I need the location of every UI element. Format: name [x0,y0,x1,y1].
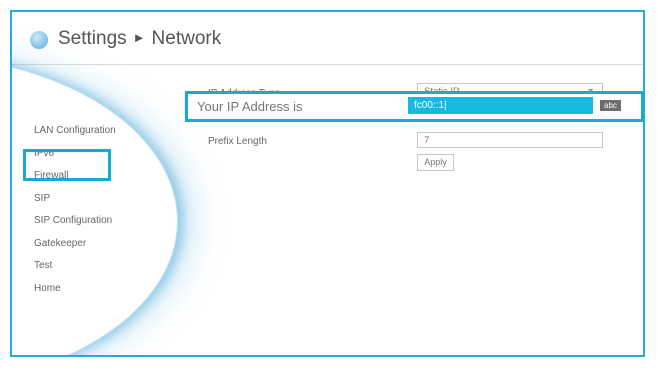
menu-item-lan-configuration[interactable]: LAN Configuration [34,124,116,147]
ip-address-row: Your IP Address is fc00::1| abc [185,91,644,122]
text-cursor: | [444,100,447,111]
menu-item-sip-configuration[interactable]: SIP Configuration [34,214,116,237]
prefix-length-value: 7 [424,135,430,146]
settings-window: Settings ► Network LAN Configuration IPv6 … [10,10,645,357]
ip-address-input[interactable]: fc00::1| [408,97,593,114]
prefix-length-label: Prefix Length [208,136,267,147]
menu-focus-indicator [23,149,111,181]
menu-item-home[interactable]: Home [34,282,116,305]
menu-item-test[interactable]: Test [34,259,116,282]
prefix-length-input[interactable]: 7 [417,132,603,148]
breadcrumb-network: Network [151,28,222,49]
apply-button[interactable]: Apply [417,154,454,171]
ip-address-value: fc00::1 [414,100,445,111]
breadcrumb-separator: ► [132,30,146,45]
input-mode-badge: abc [600,100,621,111]
menu-item-sip[interactable]: SIP [34,192,116,215]
breadcrumb-settings[interactable]: Settings [58,28,127,49]
header: Settings ► Network [12,12,643,65]
menu-item-gatekeeper[interactable]: Gatekeeper [34,237,116,260]
page-title: Settings ► Network [58,28,221,50]
globe-icon [30,31,48,49]
ip-address-label: Your IP Address is [197,99,303,114]
